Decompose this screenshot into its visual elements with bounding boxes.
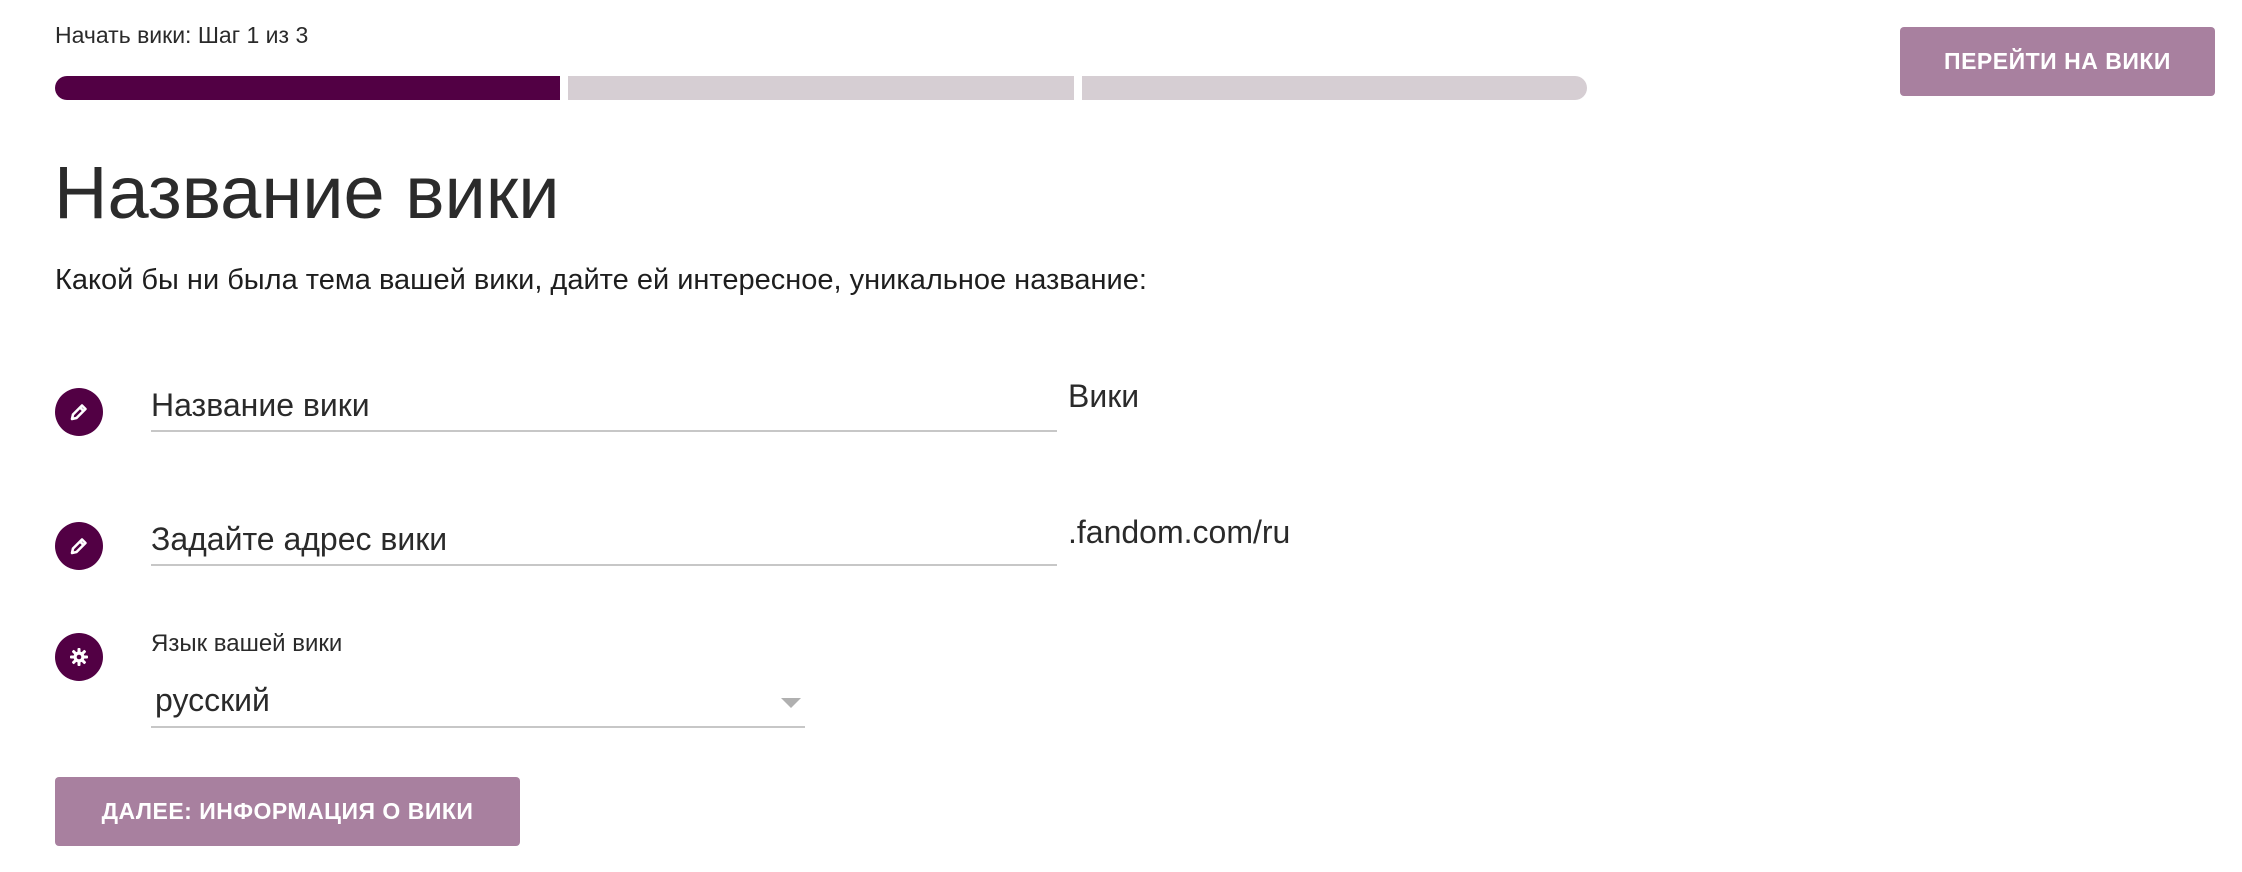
progress-step-1 <box>55 76 561 100</box>
progress-bar <box>55 76 1587 100</box>
next-step-button[interactable]: ДАЛЕЕ: ИНФОРМАЦИЯ О ВИКИ <box>55 777 520 846</box>
step-label: Начать вики: Шаг 1 из 3 <box>55 22 309 48</box>
chevron-down-icon[interactable] <box>781 698 801 708</box>
gear-icon <box>55 633 103 681</box>
wiki-address-input[interactable] <box>151 514 1057 564</box>
wiki-name-input[interactable] <box>151 380 1057 430</box>
create-wiki-page: Начать вики: Шаг 1 из 3 ПЕРЕЙТИ НА ВИКИ … <box>0 0 2242 872</box>
wiki-address-suffix: .fandom.com/ru <box>1068 514 1291 550</box>
progress-step-2 <box>568 76 1074 100</box>
progress-step-3 <box>1081 76 1587 100</box>
language-selected-value: русский <box>155 681 270 718</box>
wiki-name-suffix: Вики <box>1068 378 1140 414</box>
pencil-icon <box>55 522 103 570</box>
go-to-wiki-button[interactable]: ПЕРЕЙТИ НА ВИКИ <box>1900 27 2215 96</box>
wiki-address-field[interactable] <box>151 514 1057 566</box>
page-description: Какой бы ни была тема вашей вики, дайте … <box>55 264 1147 296</box>
pencil-icon <box>55 388 103 436</box>
wiki-name-field[interactable] <box>151 380 1057 432</box>
page-title: Название вики <box>54 151 560 234</box>
language-select[interactable]: русский <box>151 674 805 728</box>
language-label: Язык вашей вики <box>151 630 343 657</box>
